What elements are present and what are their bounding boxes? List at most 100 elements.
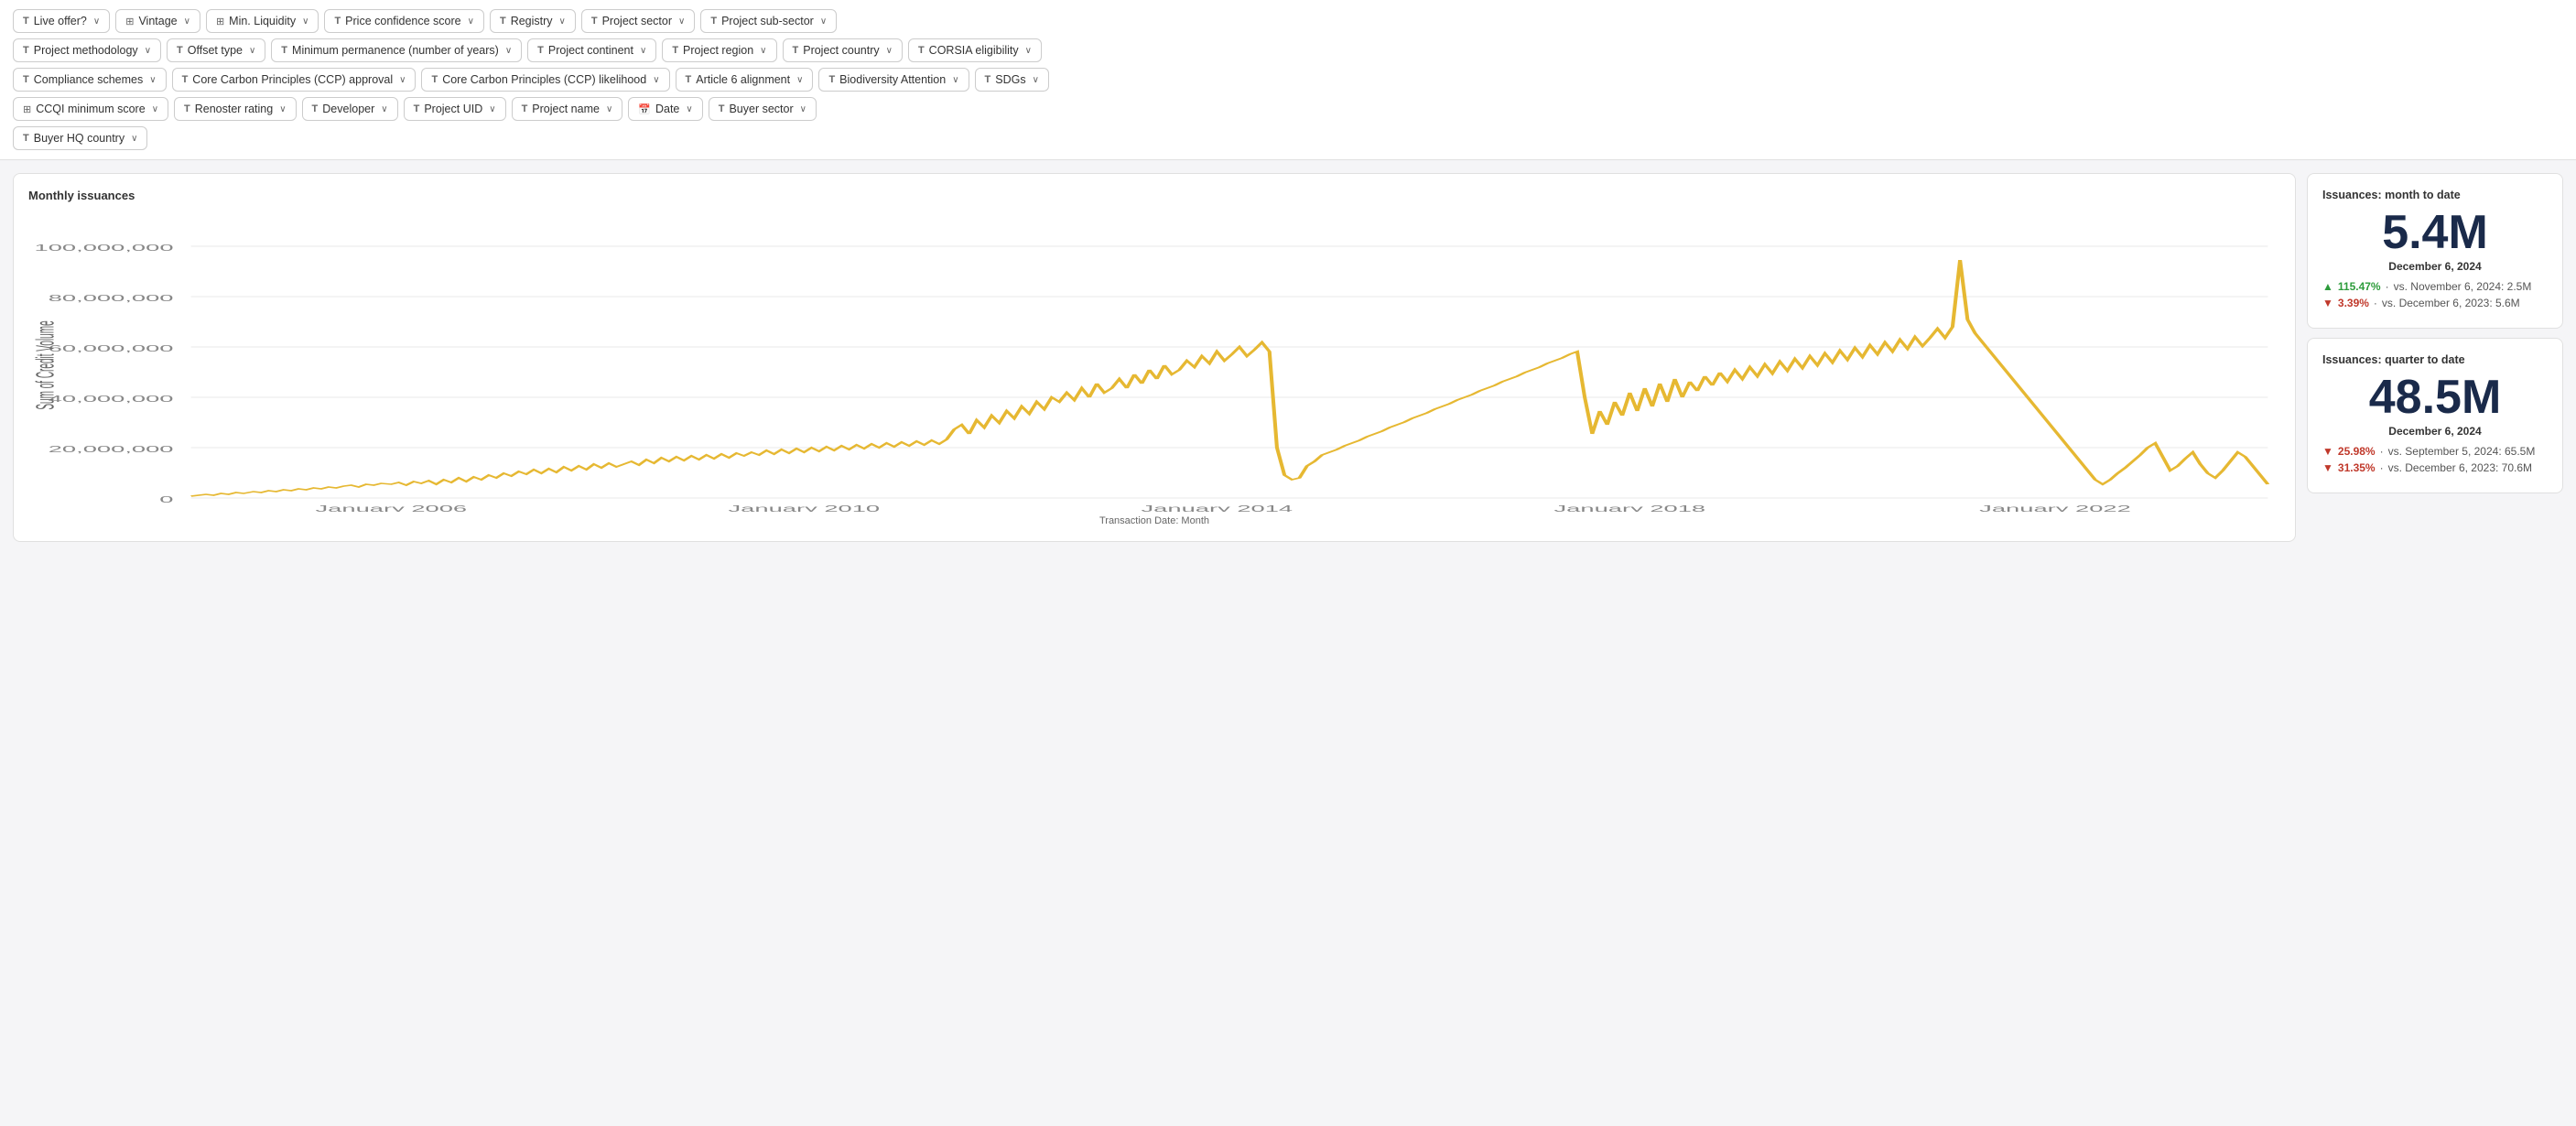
filter-icon: T <box>431 74 438 85</box>
stat-comparison: 3.39% · vs. December 6, 2023: 5.6M <box>2322 297 2548 309</box>
chevron-down-icon: ∨ <box>820 16 827 27</box>
main-content: Monthly issuances ⋯ 0 20,000,000 40,000,… <box>0 160 2576 555</box>
comparison-pct: 3.39% <box>2338 297 2369 309</box>
comparison-label: vs. September 5, 2024: 65.5M <box>2388 445 2536 458</box>
chevron-down-icon: ∨ <box>302 16 308 27</box>
filter-btn-core-carbon-principles-ccp-approval[interactable]: TCore Carbon Principles (CCP) approval∨ <box>172 68 417 92</box>
filter-btn-project-uid[interactable]: TProject UID∨ <box>404 97 506 121</box>
filter-btn-live-offer?[interactable]: TLive offer?∨ <box>13 9 110 33</box>
comparison-dot: · <box>2380 461 2384 474</box>
filter-icon: ⊞ <box>125 16 134 27</box>
filter-row-5: TBuyer HQ country∨ <box>13 126 2563 150</box>
filter-btn-corsia-eligibility[interactable]: T CORSIA eligibility ∨ <box>908 38 1042 62</box>
filter-btn-project-continent[interactable]: TProject continent∨ <box>527 38 656 62</box>
filter-btn-biodiversity-attention[interactable]: TBiodiversity Attention∨ <box>818 68 969 92</box>
chevron-down-icon: ∨ <box>678 16 685 27</box>
filter-btn-offset-type[interactable]: T Offset type ∨ <box>167 38 265 62</box>
filter-btn-min.-liquidity[interactable]: ⊞Min. Liquidity∨ <box>206 9 319 33</box>
filter-icon: T <box>182 74 189 85</box>
chevron-down-icon: ∨ <box>489 104 495 114</box>
filter-label: Project continent <box>548 44 633 57</box>
chevron-down-icon: ∨ <box>686 104 692 114</box>
filter-btn-project-country[interactable]: TProject country∨ <box>783 38 903 62</box>
filter-label: Project UID <box>424 103 482 115</box>
filter-btn-core-carbon-principles-ccp-likelihood[interactable]: T Core Carbon Principles (CCP) likelihood… <box>421 68 669 92</box>
svg-text:January 2010: January 2010 <box>729 503 881 512</box>
filter-label: Date <box>655 103 679 115</box>
filter-btn-project-sub-sector[interactable]: TProject sub-sector∨ <box>700 9 837 33</box>
quarter-big-number: 48.5M <box>2322 374 2548 421</box>
chevron-down-icon: ∨ <box>1025 46 1032 56</box>
comparison-pct: 31.35% <box>2338 461 2376 474</box>
filter-label: Registry <box>511 15 553 27</box>
filter-label: Buyer sector <box>729 103 793 115</box>
chevron-down-icon: ∨ <box>505 46 512 56</box>
svg-text:40,000,000: 40,000,000 <box>49 394 174 404</box>
filter-btn-renoster-rating[interactable]: TRenoster rating∨ <box>174 97 297 121</box>
comparison-label: vs. December 6, 2023: 5.6M <box>2382 297 2520 309</box>
filter-btn-project-methodology[interactable]: TProject methodology∨ <box>13 38 161 62</box>
filter-label: Core Carbon Principles (CCP) likelihood <box>442 73 646 86</box>
svg-text:Sum of Credit Volume: Sum of Credit Volume <box>31 320 60 409</box>
comparison-dot: · <box>2386 280 2389 293</box>
filter-btn-project-sector[interactable]: TProject sector∨ <box>581 9 695 33</box>
filter-icon: T <box>500 16 506 27</box>
filter-label: Offset type <box>188 44 243 57</box>
filter-label: Article 6 alignment <box>696 73 790 86</box>
chevron-down-icon: ∨ <box>93 16 100 27</box>
stat-comparison: 115.47%·vs. November 6, 2024: 2.5M <box>2322 280 2548 293</box>
month-big-number: 5.4M <box>2322 209 2548 256</box>
stat-comparison: 25.98% · vs. September 5, 2024: 65.5M <box>2322 445 2548 458</box>
chevron-down-icon: ∨ <box>399 75 406 85</box>
chevron-down-icon: ∨ <box>800 104 806 114</box>
filter-icon: T <box>672 45 678 56</box>
filter-label: Project country <box>803 44 879 57</box>
filter-btn-project-name[interactable]: TProject name∨ <box>512 97 623 121</box>
chevron-down-icon: ∨ <box>149 75 156 85</box>
chevron-down-icon: ∨ <box>145 46 151 56</box>
chevron-down-icon: ∨ <box>249 46 255 56</box>
filter-btn-registry[interactable]: TRegistry∨ <box>490 9 576 33</box>
chevron-down-icon: ∨ <box>952 75 958 85</box>
filter-icon: ⊞ <box>216 16 224 27</box>
filter-btn-compliance-schemes[interactable]: TCompliance schemes∨ <box>13 68 167 92</box>
filter-icon: T <box>918 45 925 56</box>
filter-row-1: TLive offer?∨⊞Vintage∨⊞Min. Liquidity∨TP… <box>13 9 2563 33</box>
month-date: December 6, 2024 <box>2322 260 2548 273</box>
chevron-down-icon: ∨ <box>760 46 766 56</box>
filter-row-3: TCompliance schemes∨TCore Carbon Princip… <box>13 68 2563 92</box>
comparison-dot: · <box>2380 445 2384 458</box>
filter-icon: T <box>177 45 183 56</box>
filter-btn-buyer-hq-country[interactable]: TBuyer HQ country∨ <box>13 126 147 150</box>
filter-btn-sdgs[interactable]: TSDGs∨ <box>975 68 1049 92</box>
svg-text:January 2022: January 2022 <box>1979 503 2131 512</box>
filter-label: Project region <box>683 44 753 57</box>
filter-btn-price-confidence-score[interactable]: TPrice confidence score∨ <box>324 9 484 33</box>
filter-icon: T <box>522 103 528 114</box>
down-arrow-icon <box>2322 461 2333 474</box>
filter-label: CORSIA eligibility <box>929 44 1019 57</box>
chevron-down-icon: ∨ <box>279 104 286 114</box>
filter-label: Live offer? <box>34 15 87 27</box>
comparison-pct: 25.98% <box>2338 445 2376 458</box>
filter-btn-date[interactable]: 📅Date∨ <box>628 97 702 121</box>
chevron-down-icon: ∨ <box>381 104 387 114</box>
chevron-down-icon: ∨ <box>184 16 190 27</box>
chevron-down-icon: ∨ <box>653 75 659 85</box>
filter-label: Biodiversity Attention <box>839 73 946 86</box>
comparison-dot: · <box>2374 297 2377 309</box>
up-arrow-icon <box>2322 280 2333 293</box>
filter-label: CCQI minimum score <box>36 103 145 115</box>
filter-btn-vintage[interactable]: ⊞ Vintage ∨ <box>115 9 200 33</box>
filter-btn-ccqi-minimum-score[interactable]: ⊞CCQI minimum score∨ <box>13 97 168 121</box>
svg-text:80,000,000: 80,000,000 <box>49 293 174 303</box>
filter-btn-article-6-alignment[interactable]: TArticle 6 alignment∨ <box>676 68 814 92</box>
filter-btn-developer[interactable]: TDeveloper∨ <box>302 97 398 121</box>
filter-btn-minimum-permanence-number-of-years[interactable]: TMinimum permanence (number of years)∨ <box>271 38 522 62</box>
filter-btn-buyer-sector[interactable]: T Buyer sector ∨ <box>709 97 817 121</box>
filter-btn-project-region[interactable]: T Project region ∨ <box>662 38 776 62</box>
filter-icon: T <box>184 103 190 114</box>
svg-text:100,000,000: 100,000,000 <box>35 243 174 253</box>
filter-label: Vintage <box>138 15 177 27</box>
filter-icon: T <box>719 103 725 114</box>
